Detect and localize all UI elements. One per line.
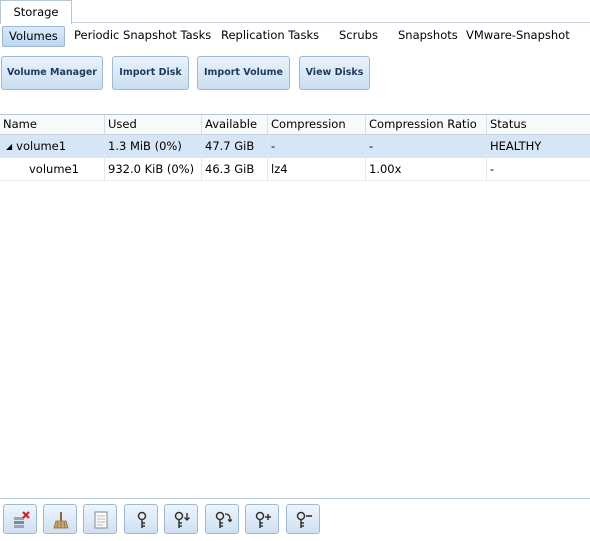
- column-header-compression[interactable]: Compression: [268, 115, 366, 134]
- tab-storage-label: Storage: [13, 5, 59, 19]
- column-header-compression-ratio[interactable]: Compression Ratio: [366, 115, 487, 134]
- subtab-snapshots[interactable]: Snapshots: [392, 26, 464, 47]
- add-recovery-key-button[interactable]: [245, 504, 279, 534]
- import-volume-label: Import Volume: [203, 67, 283, 78]
- tab-strip-divider: [72, 22, 590, 23]
- volume-status-button[interactable]: [83, 504, 117, 534]
- storage-subtabs: Volumes Periodic Snapshot Tasks Replicat…: [0, 24, 590, 48]
- change-passphrase-button[interactable]: [205, 504, 239, 534]
- subtab-scrubs-label: Scrubs: [339, 28, 378, 42]
- cell-name: ◢ volume1: [0, 135, 105, 158]
- cell-compression: -: [268, 135, 366, 158]
- expand-triangle-icon[interactable]: ◢: [6, 136, 12, 158]
- download-key-button[interactable]: [164, 504, 198, 534]
- column-header-name-label: Name: [3, 117, 37, 131]
- subtab-vmware-snapshot[interactable]: VMware-Snapshot: [460, 26, 576, 47]
- cell-compression-ratio: -: [366, 135, 487, 158]
- detach-volume-icon: [14, 511, 30, 528]
- view-disks-button[interactable]: View Disks: [299, 56, 370, 90]
- change-passphrase-icon: [215, 511, 232, 528]
- subtab-periodic-snapshot-tasks-label: Periodic Snapshot Tasks: [74, 28, 212, 42]
- table-row[interactable]: ◢ volume1 1.3 MiB (0%) 47.7 GiB - - HEALT…: [0, 135, 590, 158]
- key-icon: [137, 511, 147, 528]
- cell-available: 47.7 GiB: [202, 135, 268, 158]
- column-header-used-label: Used: [108, 117, 137, 131]
- cell-name-text: volume1: [16, 139, 67, 153]
- subtab-periodic-snapshot-tasks[interactable]: Periodic Snapshot Tasks: [68, 26, 217, 47]
- subtab-scrubs[interactable]: Scrubs: [333, 26, 384, 47]
- column-header-compression-ratio-label: Compression Ratio: [369, 117, 477, 131]
- cell-compression-ratio: 1.00x: [366, 158, 487, 180]
- cell-status: HEALTHY: [490, 139, 542, 153]
- column-header-status[interactable]: Status: [487, 115, 590, 134]
- view-disks-label: View Disks: [305, 67, 364, 78]
- subtab-vmware-snapshot-label: VMware-Snapshot: [466, 28, 570, 42]
- cell-available: 46.3 GiB: [202, 158, 268, 180]
- broom-icon: [53, 512, 69, 529]
- tab-storage[interactable]: Storage: [0, 0, 72, 24]
- volume-manager-button[interactable]: Volume Manager: [1, 56, 103, 90]
- detach-volume-button[interactable]: [3, 504, 37, 534]
- subtab-snapshots-label: Snapshots: [398, 28, 458, 42]
- column-header-available-label: Available: [205, 117, 258, 131]
- table-header-row: Name Used Available Compression Compress…: [0, 115, 590, 135]
- import-disk-button[interactable]: Import Disk: [112, 56, 189, 90]
- column-header-status-label: Status: [490, 117, 527, 131]
- column-header-used[interactable]: Used: [105, 115, 202, 134]
- cell-used: 932.0 KiB (0%): [105, 158, 202, 180]
- subtab-volumes[interactable]: Volumes: [2, 26, 65, 47]
- import-disk-label: Import Disk: [119, 67, 182, 78]
- create-key-button[interactable]: [124, 504, 158, 534]
- remove-recovery-key-icon: [296, 511, 312, 528]
- volume-manager-label: Volume Manager: [7, 67, 97, 78]
- subtab-replication-tasks[interactable]: Replication Tasks: [215, 26, 325, 47]
- table-row[interactable]: volume1 932.0 KiB (0%) 46.3 GiB lz4 1.00…: [0, 158, 590, 181]
- scrub-volume-button[interactable]: [43, 504, 77, 534]
- remove-recovery-key-button[interactable]: [286, 504, 320, 534]
- column-header-available[interactable]: Available: [202, 115, 268, 134]
- cell-name: volume1: [0, 158, 105, 180]
- cell-status: -: [490, 162, 495, 176]
- document-icon: [94, 511, 108, 529]
- column-header-compression-label: Compression: [271, 117, 346, 131]
- cell-compression: lz4: [268, 158, 366, 180]
- subtab-volumes-label: Volumes: [9, 29, 58, 43]
- column-header-name[interactable]: Name: [0, 115, 105, 134]
- cell-used: 1.3 MiB (0%): [105, 135, 202, 158]
- volumes-table: Name Used Available Compression Compress…: [0, 114, 590, 181]
- subtab-replication-tasks-label: Replication Tasks: [221, 28, 320, 42]
- volume-actions-toolbar: [0, 498, 590, 541]
- add-recovery-key-icon: [255, 511, 271, 528]
- import-volume-button[interactable]: Import Volume: [197, 56, 290, 90]
- download-key-icon: [174, 511, 190, 528]
